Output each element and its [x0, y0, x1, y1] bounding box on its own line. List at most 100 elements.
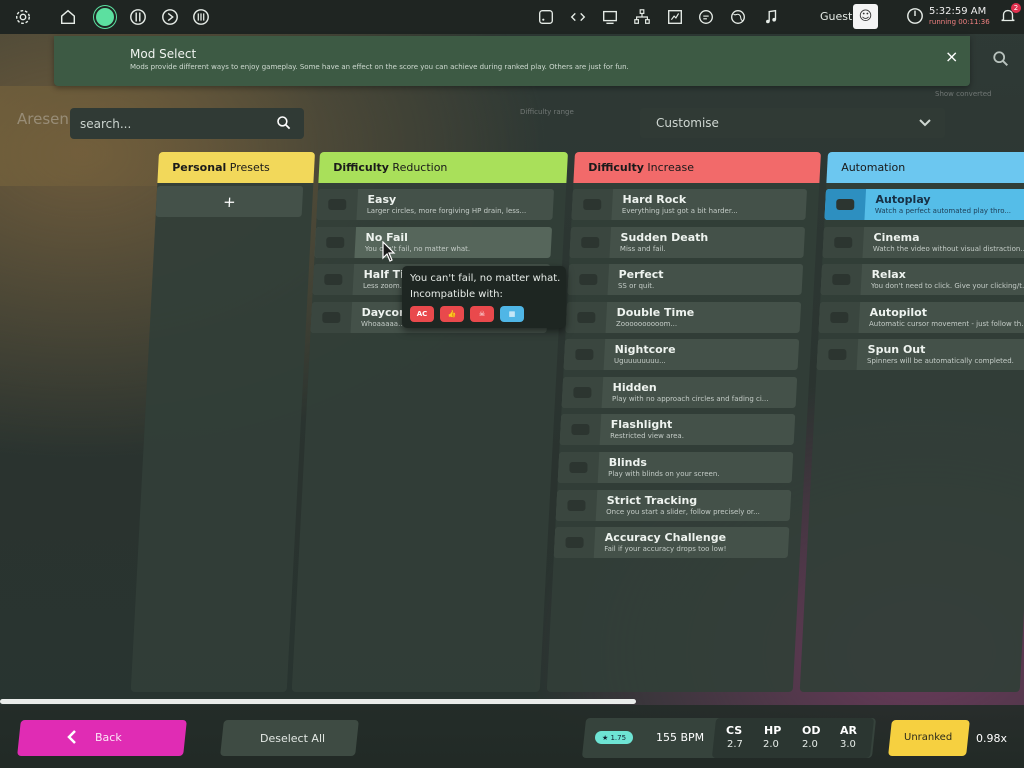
chevron-down-icon[interactable]	[918, 117, 932, 129]
globe-icon[interactable]	[727, 6, 749, 28]
add-preset-button[interactable]: +	[155, 186, 304, 217]
hp-label: HP	[764, 724, 782, 737]
perfect-icon	[567, 264, 610, 295]
mod-no-fail[interactable]: No Fail You can't fail, no matter what.	[314, 227, 553, 258]
customise-label: Customise	[656, 116, 719, 130]
chat-icon[interactable]	[695, 6, 717, 28]
mod-tooltip: You can't fail, no matter what. Incompat…	[402, 266, 566, 328]
cinema-icon	[822, 227, 865, 258]
ar-value: 3.0	[840, 739, 856, 750]
notification-badge: 2	[1011, 3, 1021, 13]
column-difficulty-increase: Difficulty Increase Hard Rock Everything…	[546, 152, 821, 692]
od-label: OD	[802, 724, 821, 737]
avatar[interactable]: ☺	[853, 4, 878, 29]
song-title: Aresen	[17, 110, 69, 128]
back-arrow-icon	[67, 730, 76, 744]
od-value: 2.0	[802, 739, 818, 750]
home-icon[interactable]	[57, 6, 79, 28]
running-time: running 00:11:36	[929, 18, 990, 26]
half-time-icon	[312, 264, 355, 295]
hidden-icon	[561, 377, 604, 408]
mod-easy[interactable]: Easy Larger circles, more forgiving HP d…	[316, 189, 555, 220]
tooltip-incompatible-label: Incompatible with:	[410, 289, 503, 300]
column-header: Difficulty Increase	[573, 152, 821, 183]
double-time-icon	[565, 302, 608, 333]
flashlight-icon	[559, 414, 602, 445]
incompatible-accuracy-challenge-icon: AC	[410, 306, 434, 322]
clock-time: 5:32:59 AM	[929, 6, 987, 17]
mod-nightcore[interactable]: Nightcore Uguuuuuuuu...	[563, 339, 800, 370]
mod-accuracy-challenge[interactable]: Accuracy Challenge Fail if your accuracy…	[553, 527, 790, 558]
mod-relax[interactable]: Relax You don't need to click. Give your…	[820, 264, 1024, 295]
deselect-all-label: Deselect All	[260, 732, 326, 745]
mod-cinema[interactable]: Cinema Watch the video without visual di…	[822, 227, 1024, 258]
accuracy-challenge-icon	[553, 527, 596, 558]
search-icon[interactable]	[276, 115, 292, 131]
strict-tracking-icon	[555, 490, 598, 521]
show-converted-label: Show converted	[935, 90, 992, 98]
mode-mania-icon[interactable]	[190, 6, 212, 28]
hp-value: 2.0	[763, 739, 779, 750]
mod-flashlight[interactable]: Flashlight Restricted view area.	[559, 414, 796, 445]
column-header: Automation	[826, 152, 1024, 183]
easy-icon	[316, 189, 359, 220]
header-title: Mod Select	[130, 47, 197, 61]
mouse-cursor-icon	[382, 241, 396, 262]
ranked-status-label: Unranked	[904, 732, 953, 743]
difficulty-range-label: Difficulty range	[520, 108, 574, 116]
back-label: Back	[95, 731, 122, 744]
rss-icon[interactable]	[535, 6, 557, 28]
score-multiplier: 0.98x	[976, 732, 1008, 745]
cs-value: 2.7	[727, 739, 743, 750]
tooltip-description: You can't fail, no matter what.	[410, 273, 561, 284]
close-icon[interactable]: ×	[945, 47, 958, 66]
blinds-icon	[557, 452, 600, 483]
mod-strict-tracking[interactable]: Strict Tracking Once you start a slider,…	[555, 490, 792, 521]
ar-label: AR	[840, 724, 857, 737]
incompatible-cinema-icon: ▦	[500, 306, 524, 322]
mod-spun-out[interactable]: Spun Out Spinners will be automatically …	[816, 339, 1024, 370]
spun-out-icon	[816, 339, 859, 370]
settings-icon[interactable]	[12, 6, 34, 28]
cs-label: CS	[726, 724, 743, 737]
column-header: Personal Presets	[157, 152, 315, 183]
tree-icon[interactable]	[631, 6, 653, 28]
horizontal-scrollbar[interactable]	[0, 699, 636, 704]
hard-rock-icon	[571, 189, 614, 220]
mode-taiko-icon[interactable]	[127, 6, 149, 28]
mode-catch-icon[interactable]	[159, 6, 181, 28]
star-rating-badge: ★ 1.75	[595, 731, 633, 744]
mod-perfect[interactable]: Perfect SS or quit.	[567, 264, 804, 295]
mod-autopilot[interactable]: Autopilot Automatic cursor movement - ju…	[818, 302, 1024, 333]
autoplay-icon	[824, 189, 867, 220]
mod-sudden-death[interactable]: Sudden Death Miss and fail.	[569, 227, 806, 258]
user-name[interactable]: Guest	[820, 10, 852, 23]
mod-double-time[interactable]: Double Time Zoooooooooom...	[565, 302, 802, 333]
mod-hard-rock[interactable]: Hard Rock Everything just got a bit hard…	[571, 189, 808, 220]
bpm-value: 155 BPM	[656, 731, 705, 744]
mod-hidden[interactable]: Hidden Play with no approach circles and…	[561, 377, 798, 408]
clock-icon	[907, 8, 923, 24]
column-difficulty-reduction: Difficulty Reduction Easy Larger circles…	[291, 152, 568, 692]
header-subtitle: Mods provide different ways to enjoy gam…	[130, 63, 629, 71]
mod-select-header: Mod Select Mods provide different ways t…	[54, 36, 970, 86]
mode-standard-icon[interactable]	[96, 8, 114, 26]
music-icon[interactable]	[760, 6, 782, 28]
code-icon[interactable]	[567, 6, 589, 28]
autopilot-icon	[818, 302, 861, 333]
incompatible-sudden-death-icon: ☠	[470, 306, 494, 322]
incompatible-perfect-icon: 👍	[440, 306, 464, 322]
no-fail-icon	[314, 227, 357, 258]
daycore-icon	[310, 302, 353, 333]
column-automation: Automation Autoplay Watch a perfect auto…	[799, 152, 1024, 692]
relax-icon	[820, 264, 863, 295]
column-header: Difficulty Reduction	[318, 152, 568, 183]
chart-icon[interactable]	[664, 6, 686, 28]
monitor-icon[interactable]	[599, 6, 621, 28]
column-personal-presets: Personal Presets +	[130, 152, 315, 692]
sudden-death-icon	[569, 227, 612, 258]
search-input[interactable]	[80, 115, 260, 133]
background-search-icon[interactable]	[992, 50, 1010, 68]
mod-blinds[interactable]: Blinds Play with blinds on your screen.	[557, 452, 794, 483]
mod-autoplay[interactable]: Autoplay Watch a perfect automated play …	[824, 189, 1024, 220]
